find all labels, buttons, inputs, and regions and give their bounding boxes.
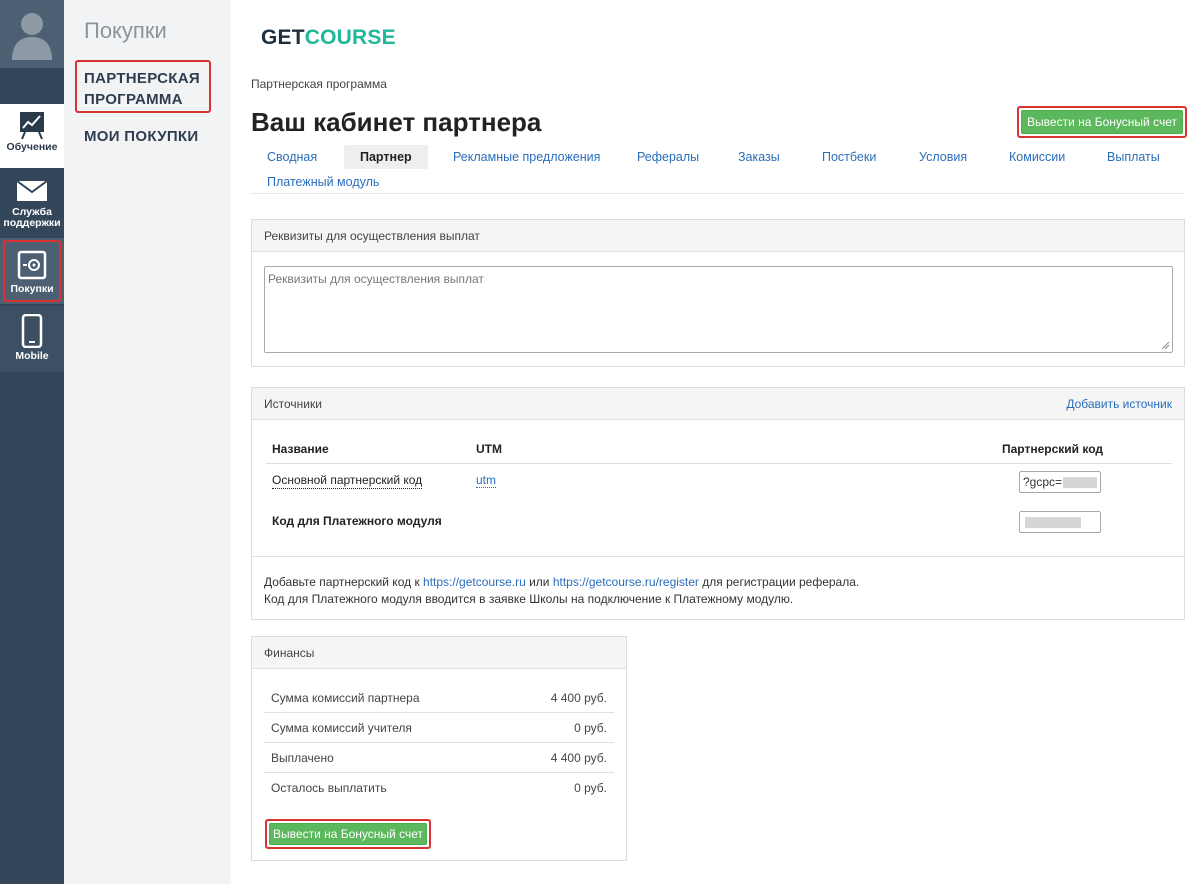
highlight-frame: Вывести на Бонусный счет: [1017, 106, 1187, 138]
finance-value: 0 руб.: [574, 721, 607, 735]
main-sidebar: Обучение Служба поддержки Покупки Mobile: [0, 0, 64, 884]
column-header-utm: UTM: [476, 442, 502, 456]
tab-payment-module[interactable]: Платежный модуль: [251, 170, 395, 194]
finance-value: 4 400 руб.: [550, 691, 607, 705]
logo-part: GET: [261, 26, 305, 49]
partner-code-field[interactable]: ?gcpc=: [1019, 471, 1101, 493]
tab-ad-offers[interactable]: Рекламные предложения: [437, 145, 616, 169]
highlight-frame: Вывести на Бонусный счет: [265, 819, 431, 849]
tab-summary[interactable]: Сводная: [251, 145, 333, 169]
subnav-item-label: ПАРТНЕРСКАЯ: [84, 70, 200, 87]
redacted-value: [1025, 516, 1081, 528]
sidebar-item-learning[interactable]: Обучение: [0, 104, 64, 168]
finance-label: Осталось выплатить: [271, 781, 387, 795]
divider: [266, 463, 1172, 464]
tab-payouts[interactable]: Выплаты: [1091, 145, 1176, 169]
tab-terms[interactable]: Условия: [903, 145, 983, 169]
divider: [252, 556, 1184, 557]
finance-label: Выплачено: [271, 751, 334, 765]
utm-link[interactable]: utm: [476, 473, 497, 488]
finance-row: Выплачено 4 400 руб.: [264, 743, 614, 773]
app-root: Обучение Служба поддержки Покупки Mobile…: [0, 0, 1200, 884]
sources-note: Добавьте партнерский код к https://getco…: [264, 574, 859, 608]
column-header-code: Партнерский код: [1002, 442, 1104, 456]
sidebar-item-purchases[interactable]: Покупки: [0, 238, 64, 304]
register-link[interactable]: https://getcourse.ru/register: [553, 575, 699, 589]
tab-postbacks[interactable]: Постбеки: [806, 145, 892, 169]
partner-code-value: ?gcpc=: [1023, 475, 1063, 489]
sidebar-item-label: Служба поддержки: [3, 206, 61, 229]
chart-board-icon: [20, 112, 44, 140]
add-source-link[interactable]: Добавить источник: [1066, 388, 1172, 420]
finance-label: Сумма комиссий партнера: [271, 691, 420, 705]
finance-withdraw-bonus-button[interactable]: Вывести на Бонусный счет: [269, 823, 427, 845]
resize-handle-icon[interactable]: [1161, 341, 1169, 349]
main-content: GETCOURSE Партнерская программа Ваш каби…: [231, 0, 1200, 884]
withdraw-bonus-button[interactable]: Вывести на Бонусный счет: [1021, 110, 1183, 134]
redacted-value: [1063, 476, 1097, 488]
tab-commissions[interactable]: Комиссии: [993, 145, 1081, 169]
panel-header: Источники Добавить источник: [252, 388, 1184, 420]
sidebar-item-mobile[interactable]: Mobile: [0, 306, 64, 372]
finance-row: Сумма комиссий партнера 4 400 руб.: [264, 683, 614, 713]
finance-panel: Финансы Сумма комиссий партнера 4 400 ру…: [251, 636, 627, 861]
sidebar-item-label: Обучение: [6, 141, 58, 153]
avatar[interactable]: [0, 0, 64, 68]
payment-module-code-field[interactable]: [1019, 511, 1101, 533]
getcourse-link[interactable]: https://getcourse.ru: [423, 575, 526, 589]
subnav-item-label: ПРОГРАММА: [84, 91, 183, 108]
finance-row: Сумма комиссий учителя 0 руб.: [264, 713, 614, 743]
finance-label: Сумма комиссий учителя: [271, 721, 412, 735]
highlight-frame: [3, 240, 61, 302]
breadcrumb: Партнерская программа: [251, 77, 387, 91]
sidebar-item-label: Mobile: [15, 350, 49, 362]
note-text: Добавьте партнерский код к: [264, 575, 424, 589]
user-avatar-icon: [12, 13, 52, 60]
note-text: Код для Платежного модуля вводится в зая…: [264, 592, 794, 606]
finance-row: Осталось выплатить 0 руб.: [264, 773, 614, 803]
tab-partner[interactable]: Партнер: [344, 145, 428, 169]
subnav-item-partner-program[interactable]: ПАРТНЕРСКАЯ ПРОГРАММА: [84, 68, 200, 110]
source-name-payment-module: Код для Платежного модуля: [272, 514, 442, 528]
column-header-name: Название: [272, 442, 329, 456]
note-text: или: [525, 575, 553, 589]
envelope-icon: [16, 180, 48, 201]
subnav-title: Покупки: [84, 18, 167, 43]
tab-referrals[interactable]: Рефералы: [621, 145, 715, 169]
sources-panel: Источники Добавить источник Название UTM…: [251, 387, 1185, 620]
tab-bar: Сводная Партнер Рекламные предложения Ре…: [251, 144, 1184, 194]
requisites-textarea[interactable]: Реквизиты для осуществления выплат: [264, 266, 1173, 353]
source-name-main[interactable]: Основной партнерский код: [272, 473, 423, 489]
panel-header: Реквизиты для осуществления выплат: [252, 220, 1184, 252]
finance-value: 4 400 руб.: [550, 751, 607, 765]
panel-header: Финансы: [252, 637, 626, 669]
note-text: для регистрации реферала.: [698, 575, 860, 589]
mobile-phone-icon: [21, 314, 43, 348]
tab-orders[interactable]: Заказы: [722, 145, 796, 169]
panel-title: Источники: [264, 397, 322, 411]
requisites-panel: Реквизиты для осуществления выплат Рекви…: [251, 219, 1185, 367]
subnav-item-my-purchases[interactable]: МОИ ПОКУПКИ: [84, 126, 198, 147]
subnav: Покупки ПАРТНЕРСКАЯ ПРОГРАММА МОИ ПОКУПК…: [64, 0, 231, 884]
page-title: Ваш кабинет партнера: [251, 107, 542, 137]
logo-part: COURSE: [304, 26, 396, 49]
finance-value: 0 руб.: [574, 781, 607, 795]
textarea-placeholder: Реквизиты для осуществления выплат: [268, 272, 484, 286]
sidebar-item-support[interactable]: Служба поддержки: [0, 170, 64, 236]
logo[interactable]: GETCOURSE: [261, 26, 396, 50]
